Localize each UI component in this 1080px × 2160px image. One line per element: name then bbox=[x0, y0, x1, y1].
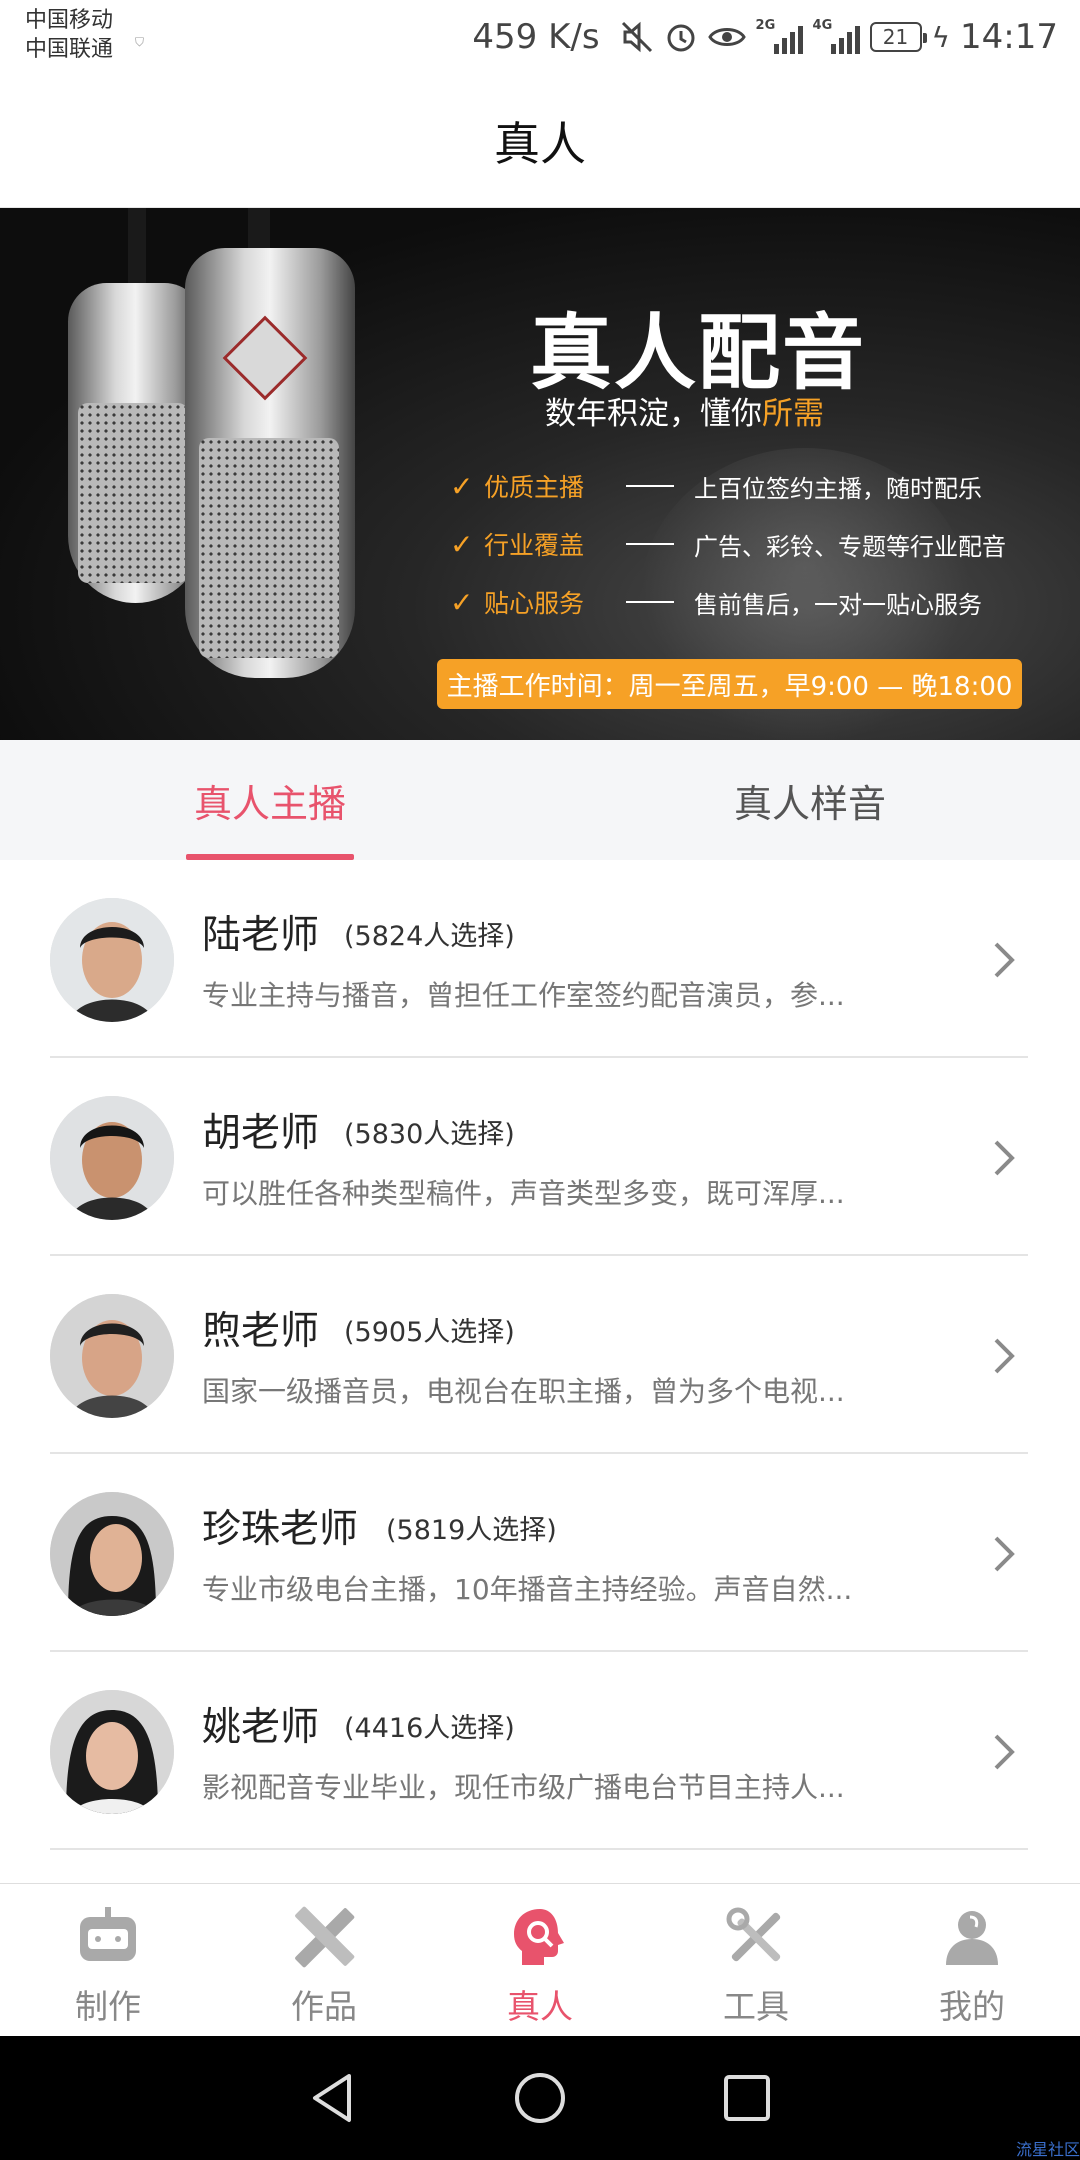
tools-icon bbox=[721, 1902, 791, 1972]
check-icon: ✓ bbox=[450, 585, 474, 619]
list-item[interactable]: 陆老师 (5824人选择) 专业主持与播音，曾担任工作室签约配音演员，参... bbox=[0, 860, 1080, 1058]
microphone-front-image bbox=[185, 248, 355, 678]
chevron-right-icon bbox=[994, 1338, 1015, 1374]
selection-count: (5830人选择) bbox=[344, 1119, 515, 1150]
clock: 14:17 bbox=[960, 17, 1058, 57]
watermark: 流星社区 bbox=[1015, 2140, 1080, 2159]
work-hours-badge: 主播工作时间：周一至周五，早9:00 — 晚18:00 bbox=[437, 659, 1022, 709]
mic-stand bbox=[128, 208, 146, 288]
avatar bbox=[50, 1096, 174, 1220]
banner-subtitle: 数年积淀，懂你所需 bbox=[545, 396, 824, 432]
title-bar: 真人 bbox=[0, 75, 1080, 208]
back-icon[interactable] bbox=[305, 2070, 361, 2126]
eye-icon bbox=[707, 20, 746, 54]
nav-real-person[interactable]: 真人 bbox=[432, 1884, 648, 2036]
page-title: 真人 bbox=[494, 117, 586, 171]
mute-icon bbox=[620, 20, 654, 54]
avatar bbox=[50, 898, 174, 1022]
shield-icon: ⛉ bbox=[135, 35, 145, 49]
nav-label: 工具 bbox=[723, 1987, 789, 2026]
anchor-name: 胡老师 bbox=[202, 1111, 320, 1156]
network-speed: 459 K/s bbox=[472, 17, 600, 57]
bottom-nav: 制作 作品 真人 工具 我的 bbox=[0, 1883, 1080, 2036]
promo-banner[interactable]: 真人配音 数年积淀，懂你所需 ✓ 优质主播 上百位签约主播，随时配乐 ✓ 行业覆… bbox=[0, 208, 1080, 740]
anchor-description: 专业市级电台主播，10年播音主持经验。声音自然... bbox=[202, 1573, 853, 1606]
anchor-description: 影视配音专业毕业，现任市级广播电台节目主持人... bbox=[202, 1771, 845, 1804]
nav-label: 我的 bbox=[939, 1987, 1005, 2026]
carrier-2: 中国联通 bbox=[25, 37, 114, 62]
nav-label: 真人 bbox=[507, 1987, 573, 2026]
list-item[interactable]: 胡老师 (5830人选择) 可以胜任各种类型稿件，声音类型多变，既可浑厚... bbox=[0, 1058, 1080, 1256]
anchor-name: 煦老师 bbox=[202, 1309, 320, 1354]
status-bar: 中国移动 中国联通 ⛉ 459 K/s 2G 4G 21 ϟ 14:17 bbox=[0, 0, 1080, 75]
battery-icon: 21 bbox=[869, 22, 927, 52]
nav-label: 作品 bbox=[291, 1987, 357, 2026]
anchor-name: 珍珠老师 bbox=[202, 1507, 359, 1552]
home-icon[interactable] bbox=[512, 2070, 568, 2126]
avatar bbox=[50, 1492, 174, 1616]
nav-make[interactable]: 制作 bbox=[0, 1884, 216, 2036]
banner-feature: ✓ 优质主播 上百位签约主播，随时配乐 bbox=[450, 469, 982, 503]
anchor-name: 陆老师 bbox=[202, 913, 320, 958]
banner-feature: ✓ 贴心服务 售前售后，一对一贴心服务 bbox=[450, 585, 982, 619]
list-item[interactable]: 姚老师 (4416人选择) 影视配音专业毕业，现任市级广播电台节目主持人... bbox=[0, 1652, 1080, 1850]
selection-count: (5819人选择) bbox=[386, 1515, 557, 1546]
avatar bbox=[50, 1690, 174, 1814]
chevron-right-icon bbox=[994, 1140, 1015, 1176]
microphone-back-image bbox=[68, 283, 203, 603]
check-icon: ✓ bbox=[450, 527, 474, 561]
chevron-right-icon bbox=[994, 1536, 1015, 1572]
signal-2g-icon: 2G bbox=[756, 18, 803, 54]
chevron-right-icon bbox=[994, 1734, 1015, 1770]
alarm-icon bbox=[664, 20, 698, 54]
anchor-description: 可以胜任各种类型稿件，声音类型多变，既可浑厚... bbox=[202, 1177, 845, 1210]
check-icon: ✓ bbox=[450, 469, 474, 503]
tab-real-anchors[interactable]: 真人主播 bbox=[0, 740, 540, 860]
nav-works[interactable]: 作品 bbox=[216, 1884, 432, 2036]
tab-real-samples[interactable]: 真人样音 bbox=[540, 740, 1080, 860]
selection-count: (5824人选择) bbox=[344, 921, 515, 952]
banner-feature: ✓ 行业覆盖 广告、彩铃、专题等行业配音 bbox=[450, 527, 1006, 561]
charging-icon: ϟ bbox=[931, 20, 951, 54]
system-nav-bar: 流星社区 bbox=[0, 2036, 1080, 2160]
anchor-description: 国家一级播音员，电视台在职主播，曾为多个电视... bbox=[202, 1375, 845, 1408]
user-icon bbox=[937, 1902, 1007, 1972]
anchor-list: 陆老师 (5824人选择) 专业主持与播音，曾担任工作室签约配音演员，参... … bbox=[0, 860, 1080, 1850]
anchor-name: 姚老师 bbox=[202, 1705, 320, 1750]
nav-mine[interactable]: 我的 bbox=[864, 1884, 1080, 2036]
carrier-info: 中国移动 中国联通 ⛉ bbox=[25, 6, 144, 64]
recents-icon[interactable] bbox=[719, 2070, 775, 2126]
tab-bar: 真人主播 真人样音 bbox=[0, 740, 1080, 860]
signal-4g-icon: 4G bbox=[813, 18, 860, 54]
selection-count: (5905人选择) bbox=[344, 1317, 515, 1348]
avatar bbox=[50, 1294, 174, 1418]
anchor-description: 专业主持与播音，曾担任工作室签约配音演员，参... bbox=[202, 979, 845, 1012]
chevron-right-icon bbox=[994, 942, 1015, 978]
robot-icon bbox=[73, 1902, 143, 1972]
list-item[interactable]: 煦老师 (5905人选择) 国家一级播音员，电视台在职主播，曾为多个电视... bbox=[0, 1256, 1080, 1454]
carrier-1: 中国移动 bbox=[25, 8, 114, 33]
nav-tools[interactable]: 工具 bbox=[648, 1884, 864, 2036]
nav-label: 制作 bbox=[75, 1987, 141, 2026]
pen-ruler-icon bbox=[289, 1902, 359, 1972]
list-item[interactable]: 珍珠老师 (5819人选择) 专业市级电台主播，10年播音主持经验。声音自然..… bbox=[0, 1454, 1080, 1652]
selection-count: (4416人选择) bbox=[344, 1713, 515, 1744]
voice-head-icon bbox=[505, 1902, 575, 1972]
